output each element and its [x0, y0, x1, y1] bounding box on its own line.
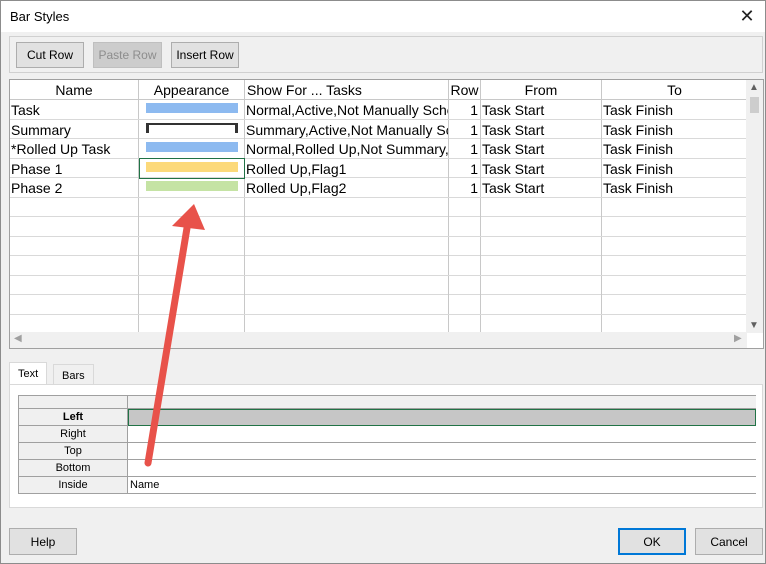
- annotation-arrow: [144, 204, 205, 467]
- annotation-arrow-shaft: [144, 218, 192, 467]
- annotation-arrow-head: [172, 204, 205, 230]
